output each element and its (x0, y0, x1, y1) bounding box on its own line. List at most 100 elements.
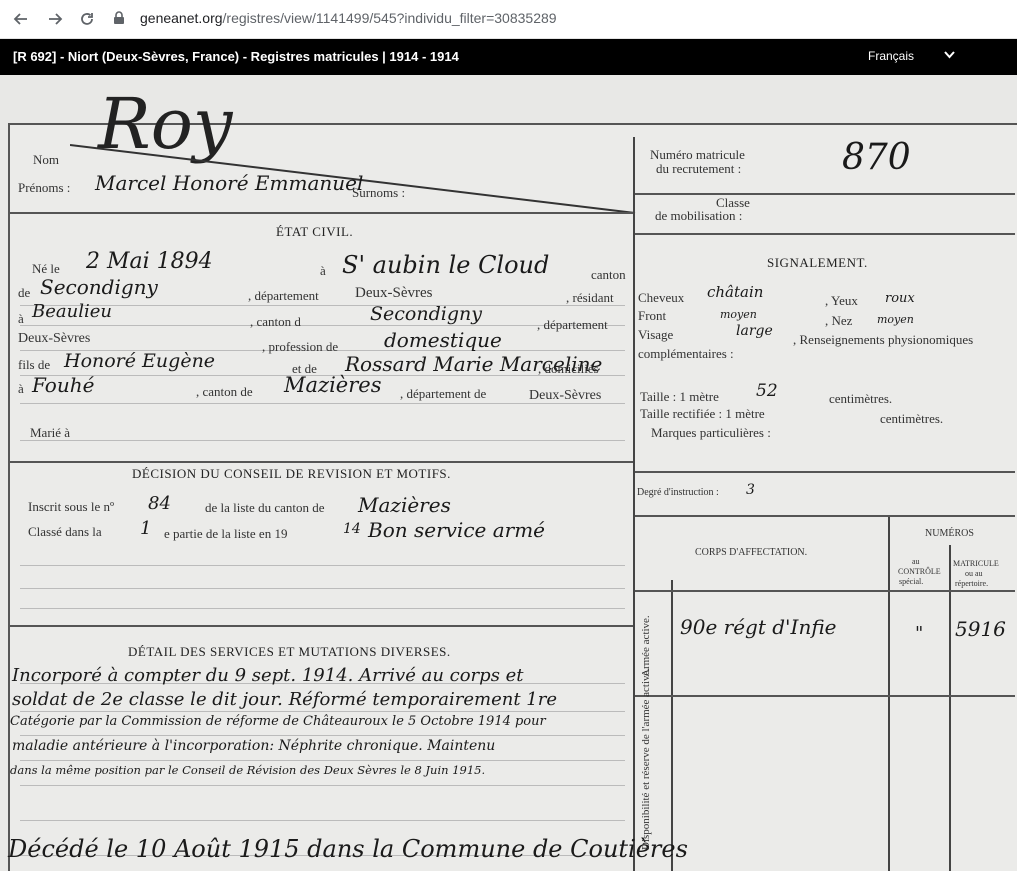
rule (10, 625, 633, 627)
rule (635, 471, 1015, 473)
hw-lieu-naissance: S' aubin le Cloud (342, 251, 550, 279)
document-viewer[interactable]: Roy Nom Prénoms : Marcel Honoré Emmanuel… (0, 75, 1017, 871)
url-domain: geneanet.org (140, 10, 223, 26)
label-corps: CORPS D'AFFECTATION. (695, 547, 808, 558)
label-inscrit: Inscrit sous le nº (28, 499, 114, 514)
label-residant: , résidant (566, 290, 614, 305)
label-centimetres: centimètres. (829, 391, 893, 406)
hw-date-naissance: 2 Mai 1894 (86, 249, 213, 274)
hw-cheveux: châtain (707, 283, 764, 301)
chevron-down-icon (944, 50, 955, 62)
label-fils-de: fils de (18, 357, 51, 372)
language-select[interactable]: Français (868, 49, 955, 63)
label-a: à (320, 263, 326, 278)
rule (20, 325, 625, 326)
back-button[interactable] (8, 6, 34, 32)
hw-canton-naissance: Secondigny (40, 275, 158, 299)
label-departement3: , département de (400, 386, 487, 401)
rule (20, 735, 625, 736)
label-de-la-liste: de la liste du canton de (205, 500, 325, 515)
hw-corps: 90e régt d'Infie (680, 615, 837, 639)
label-centimetres2: centimètres. (880, 411, 944, 426)
label-repertoire: répertoire. (955, 579, 989, 588)
label-domicilies: , domiciliés (538, 361, 599, 376)
hw-yeux: roux (885, 291, 915, 306)
label-a-domicile: à (18, 381, 24, 396)
label-marie-a: Marié à (30, 425, 71, 440)
divider-matricule (949, 545, 951, 871)
label-marques: Marques particulières : (651, 425, 771, 440)
hw-departement-residence: Deux-Sèvres (18, 331, 91, 346)
label-nom: Nom (33, 152, 59, 167)
rule (20, 760, 625, 761)
hw-annee: 14 (343, 521, 361, 537)
label-taille: Taille : 1 mètre (640, 389, 719, 404)
rule (20, 440, 625, 441)
divider-armee (671, 580, 673, 871)
hw-canton-liste: Mazières (358, 493, 451, 517)
language-label: Français (868, 49, 915, 63)
hw-canton-domicile: Mazières (284, 373, 382, 397)
rule (10, 461, 633, 463)
label-taille-rectifiee: Taille rectifiée : 1 mètre (640, 406, 765, 421)
hw-profession: domestique (384, 328, 502, 352)
rule (20, 820, 625, 821)
hw-visage: large (736, 323, 773, 339)
rule (20, 711, 625, 712)
label-partie: e partie de la liste en 19 (164, 526, 288, 541)
rule (10, 212, 633, 214)
hw-detail-2: soldat de 2e classe le dit jour. Réformé… (12, 689, 558, 710)
label-complementaires: complémentaires : (638, 346, 734, 361)
label-nez: , Nez (825, 313, 853, 328)
label-degre: Degré d'instruction : (637, 487, 719, 498)
url-path: /registres/view/1141499/545?individu_fil… (222, 10, 557, 26)
rule (635, 233, 1015, 235)
rule (20, 565, 625, 566)
reload-icon (81, 13, 93, 25)
label-au: au (912, 557, 920, 566)
label-canton-de: , canton d (250, 314, 301, 329)
hw-nez: moyen (877, 313, 914, 326)
hw-prenoms: Marcel Honoré Emmanuel (95, 171, 364, 195)
reload-button[interactable] (74, 6, 100, 32)
label-profession: , profession de (262, 339, 339, 354)
rule (635, 515, 1015, 517)
heading-signalement: SIGNALEMENT. (767, 255, 868, 270)
hw-residence: Beaulieu (32, 301, 112, 322)
heading-decision: DÉCISION DU CONSEIL DE REVISION ET MOTIF… (132, 466, 451, 481)
address-bar[interactable]: geneanet.org/registres/view/1141499/545?… (112, 5, 992, 31)
forward-button[interactable] (42, 6, 68, 32)
divider-numeros (888, 515, 890, 871)
hw-detail-4: maladie antérieure à l'incorporation: Né… (12, 738, 496, 754)
lock-icon (114, 11, 124, 24)
hw-detail-3: Catégorie par la Commission de réforme d… (10, 714, 546, 729)
hw-deces: Décédé le 10 Août 1915 dans la Commune d… (8, 835, 688, 863)
arrow-right-icon (49, 13, 63, 25)
register-header: [R 692] - Niort (Deux-Sèvres, France) - … (0, 39, 1017, 75)
hw-front: moyen (720, 308, 757, 321)
rule (635, 695, 1015, 697)
rule (635, 590, 1015, 592)
hw-departement-naissance: Deux-Sèvres (355, 285, 433, 301)
browser-toolbar: geneanet.org/registres/view/1141499/545?… (0, 0, 1017, 39)
hw-detail-5: dans la même position par le Conseil de … (10, 763, 486, 777)
rule (20, 588, 625, 589)
rule (20, 608, 625, 609)
rule (635, 193, 1015, 195)
label-matricule-col: MATRICULE (953, 559, 999, 568)
hw-taille: 52 (756, 381, 778, 401)
hw-pere: Honoré Eugène (64, 350, 216, 372)
hw-departement-domicile: Deux-Sèvres (529, 388, 602, 403)
hw-matricule-corps: 5916 (955, 617, 1006, 641)
hw-decision: Bon service armé (368, 518, 546, 542)
hw-classe-partie: 1 (140, 518, 152, 539)
heading-etat-civil: ÉTAT CIVIL. (276, 224, 354, 239)
label-surnoms: Surnoms : (352, 185, 406, 200)
hw-degre: 3 (746, 482, 755, 498)
arrow-left-icon (13, 13, 27, 25)
hw-canton-residence: Secondigny (370, 303, 482, 325)
label-departement2: , département (537, 317, 608, 332)
label-front: Front (638, 308, 667, 323)
label-departement: , département (248, 288, 319, 303)
label-renseignements: , Renseignements physionomiques (793, 332, 974, 347)
